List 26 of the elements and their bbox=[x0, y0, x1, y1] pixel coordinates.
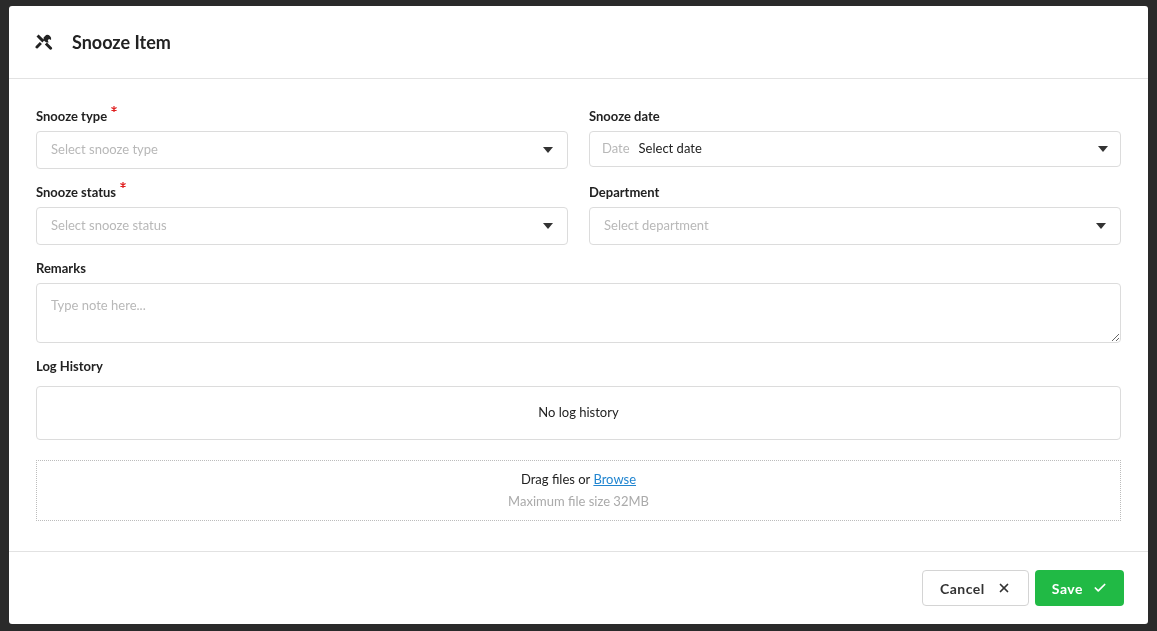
save-button[interactable]: Save bbox=[1034, 570, 1124, 606]
caret-icon bbox=[543, 223, 553, 229]
dialog-title: Snooze Item bbox=[72, 29, 171, 55]
caret-icon bbox=[1096, 223, 1106, 229]
field-label: Snooze status bbox=[36, 183, 117, 202]
check-icon bbox=[1093, 581, 1107, 595]
field-label: Department bbox=[589, 183, 660, 202]
remarks-field[interactable]: Type note here... bbox=[36, 282, 1121, 343]
empty-message: No log history bbox=[538, 403, 619, 423]
required-asterisk-icon bbox=[111, 106, 118, 112]
section-label: Log History bbox=[36, 356, 104, 376]
file-size-hint: Maximum file size 32MB bbox=[508, 491, 649, 511]
cancel-button[interactable]: Cancel bbox=[922, 570, 1029, 606]
date-prefix: Date bbox=[602, 139, 630, 159]
browse-link[interactable]: Browse bbox=[593, 471, 637, 487]
tools-icon bbox=[34, 32, 54, 52]
date-field[interactable]: Date Select date bbox=[589, 131, 1121, 167]
field-label: Remarks bbox=[36, 259, 87, 278]
caret-icon bbox=[543, 147, 553, 153]
field-label: Snooze date bbox=[589, 107, 660, 126]
required-asterisk-icon bbox=[120, 182, 127, 188]
caret-icon bbox=[1098, 146, 1108, 152]
date-value: Select date bbox=[638, 139, 702, 159]
drop-instruction: Drag files or Browse bbox=[520, 470, 637, 489]
file-drop-zone[interactable]: Drag files or Browse Maximum file size 32MB bbox=[36, 460, 1121, 521]
field-label: Snooze type bbox=[36, 107, 108, 126]
